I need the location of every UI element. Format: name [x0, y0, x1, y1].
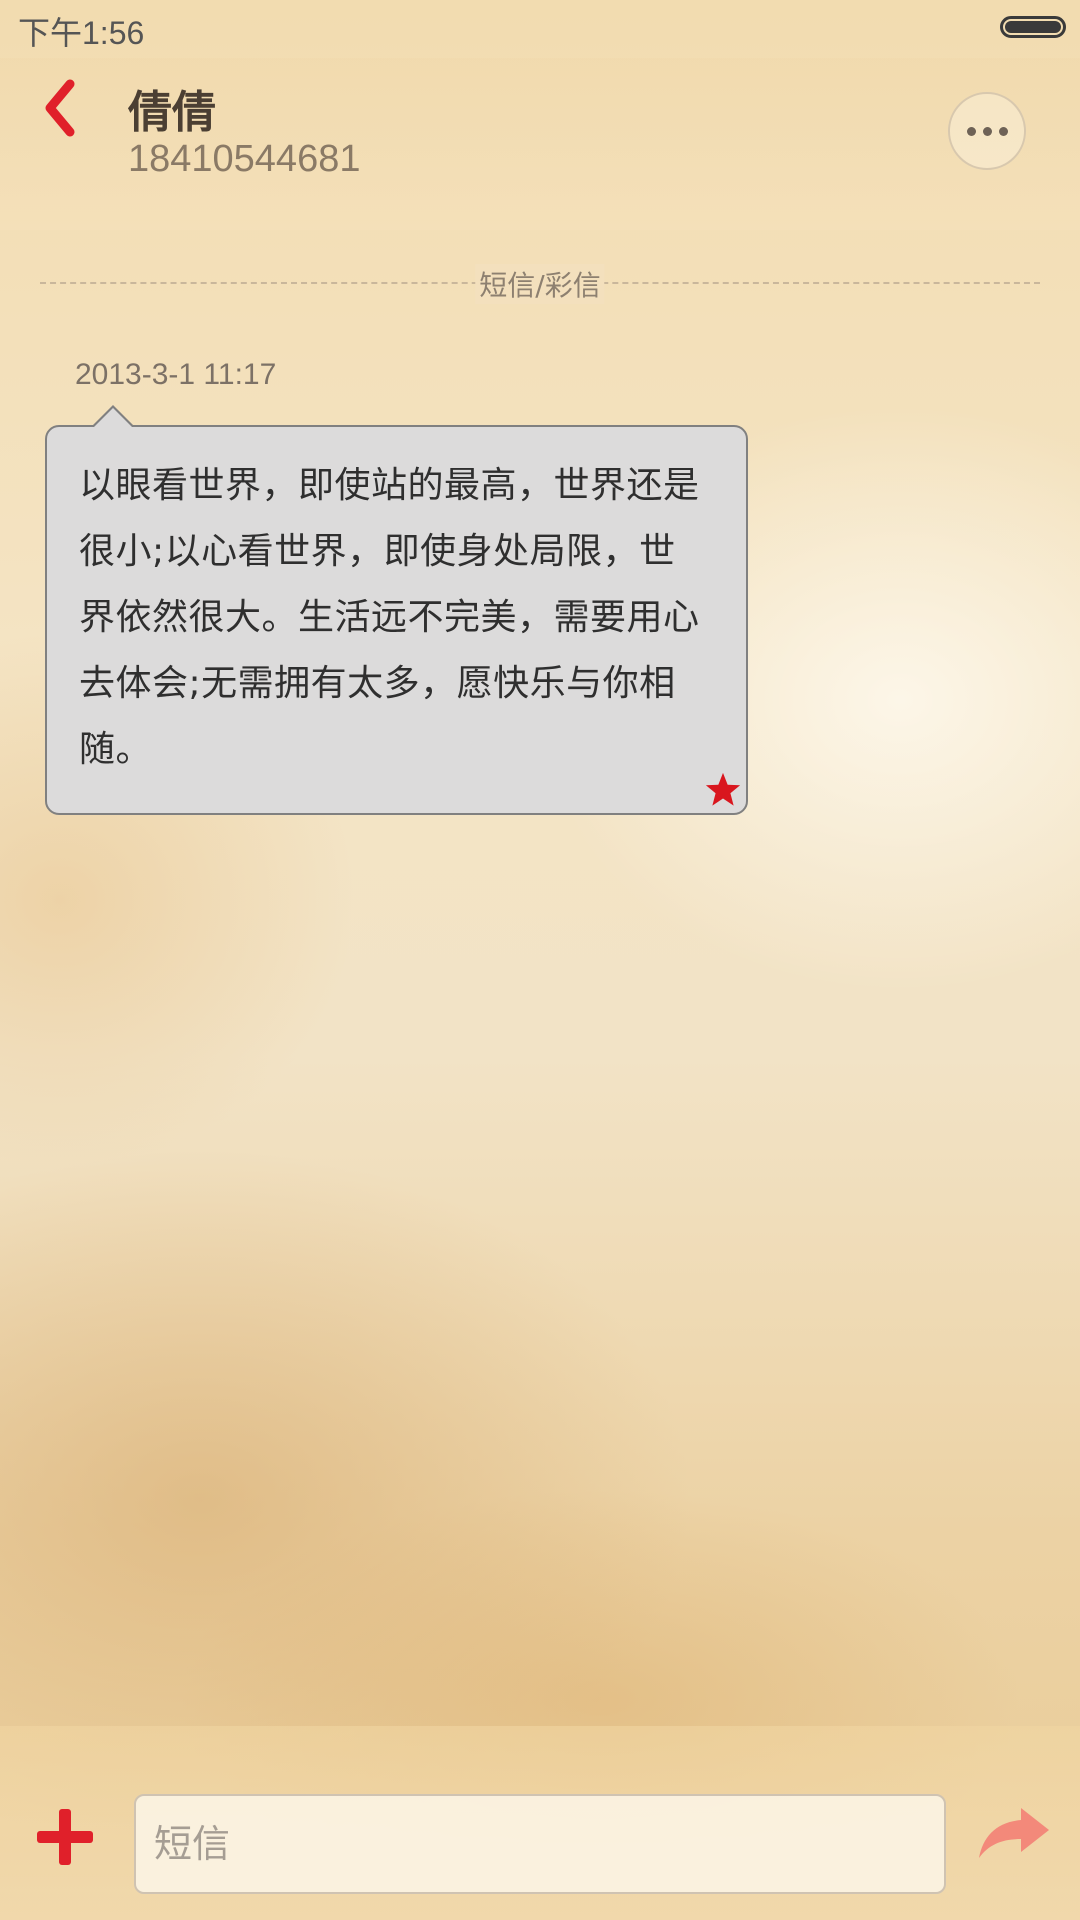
- back-button[interactable]: [30, 68, 90, 148]
- send-arrow-icon: [979, 1808, 1049, 1858]
- more-dots-icon: [998, 126, 1008, 136]
- message-text: 以眼看世界，即使站的最高，世界还是很小;以心看世界，即使身处局限，世界依然很大。…: [79, 465, 700, 770]
- send-button[interactable]: [976, 1802, 1052, 1866]
- message-bubble[interactable]: 以眼看世界，即使站的最高，世界还是很小;以心看世界，即使身处局限，世界依然很大。…: [45, 405, 748, 815]
- message-timestamp: 2013-3-1 11:17: [75, 358, 277, 391]
- status-bar: 下午1:56: [0, 0, 1080, 58]
- battery-level: [1005, 21, 1061, 33]
- plus-icon: [37, 1809, 93, 1865]
- more-dots-icon: [966, 126, 976, 136]
- more-options-button[interactable]: [948, 92, 1026, 170]
- more-dots-icon: [982, 126, 992, 136]
- conversation-header: 倩倩 18410544681: [0, 58, 1080, 230]
- add-attachment-button[interactable]: [30, 1802, 100, 1872]
- star-icon: [705, 772, 741, 806]
- status-time: 下午1:56: [18, 15, 145, 51]
- contact-name: 倩倩: [128, 87, 216, 138]
- section-label: 短信/彩信: [475, 264, 605, 304]
- bubble-tail: [91, 405, 135, 428]
- section-divider: 短信/彩信: [40, 264, 1040, 304]
- battery-icon: [1000, 16, 1066, 38]
- compose-bar: [0, 1726, 1080, 1920]
- contact-number: 18410544681: [128, 138, 361, 180]
- message-input[interactable]: [134, 1794, 946, 1894]
- chevron-left-icon: [45, 79, 75, 137]
